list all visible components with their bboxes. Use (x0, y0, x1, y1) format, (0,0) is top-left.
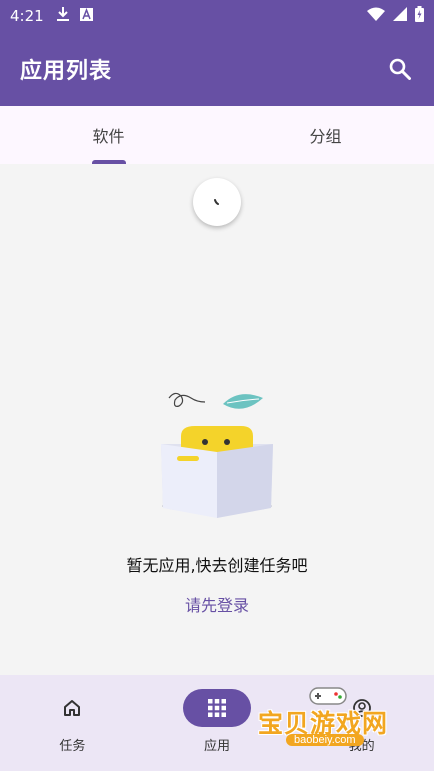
app-list-content[interactable]: 暂无应用,快去创建任务吧 请先登录 (0, 164, 434, 675)
nav-item-apps[interactable]: 应用 (145, 675, 290, 771)
login-link[interactable]: 请先登录 (0, 592, 434, 616)
a-text-icon (79, 7, 93, 25)
tab-bar: 软件 分组 (0, 106, 434, 164)
page-title: 应用列表 (20, 59, 113, 84)
nav-label-profile: 我的 (348, 739, 375, 754)
empty-box-illustration (161, 392, 273, 518)
profile-icon (352, 699, 371, 717)
nav-label-tasks: 任务 (59, 739, 86, 754)
bottom-navigation: 任务 应用 我的 (0, 675, 434, 771)
nav-item-tasks[interactable]: 任务 (0, 675, 145, 771)
download-icon (56, 6, 70, 26)
search-icon (389, 58, 411, 80)
search-button[interactable] (386, 55, 414, 83)
nav-pill-tasks (38, 689, 106, 727)
status-time: 4:21 (10, 7, 44, 25)
grid-icon (208, 699, 226, 717)
empty-state-message: 暂无应用,快去创建任务吧 (126, 556, 308, 575)
refresh-indicator (193, 178, 241, 226)
app-bar: 应用列表 (0, 32, 434, 106)
wifi-icon (367, 7, 385, 25)
signal-icon (393, 7, 407, 25)
tab-group-label: 分组 (309, 127, 342, 146)
nav-item-profile[interactable]: 我的 (289, 675, 434, 771)
home-icon (64, 700, 81, 716)
battery-icon (415, 6, 424, 26)
nav-label-apps: 应用 (204, 739, 231, 754)
tab-software-label: 软件 (92, 127, 125, 146)
loading-spinner-icon (214, 199, 219, 205)
tab-group[interactable]: 分组 (217, 106, 434, 164)
nav-pill-profile (328, 689, 396, 727)
status-bar: 4:21 (0, 0, 434, 32)
nav-pill-apps (183, 689, 251, 727)
tab-software[interactable]: 软件 (0, 106, 217, 164)
